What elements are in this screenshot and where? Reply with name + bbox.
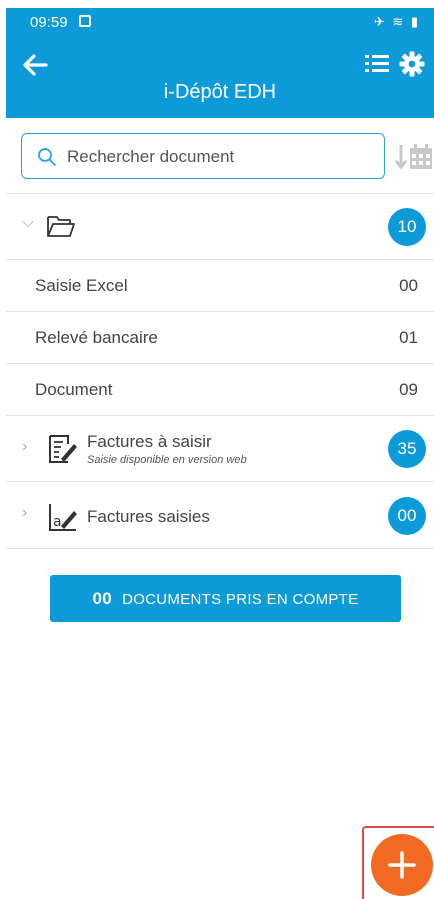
factures-saisies-row[interactable]: › a Factures saisies 00 bbox=[6, 482, 434, 549]
search-input[interactable]: Rechercher document bbox=[21, 133, 385, 179]
list-view-icon[interactable] bbox=[364, 52, 390, 76]
status-bar: 09:59 ✈ ≋ ▮ bbox=[6, 8, 434, 36]
documents-count: 00 bbox=[92, 589, 113, 608]
chevron-right-icon: › bbox=[22, 504, 28, 521]
folder-count-badge: 10 bbox=[388, 208, 426, 246]
app-bar: 09:59 ✈ ≋ ▮ i-Dépôt EDH bbox=[6, 8, 434, 118]
status-time: 09:59 bbox=[30, 14, 68, 31]
back-arrow-icon[interactable] bbox=[20, 50, 50, 80]
factures-a-saisir-badge: 35 bbox=[388, 430, 426, 468]
list-item-label: Saisie Excel bbox=[35, 276, 128, 295]
list-item[interactable]: Relevé bancaire 01 bbox=[6, 312, 434, 364]
chevron-right-icon: › bbox=[22, 438, 28, 455]
search-icon bbox=[38, 148, 56, 166]
list-item-label: Relevé bancaire bbox=[35, 328, 158, 347]
factures-a-saisir-title: Factures à saisir bbox=[87, 432, 212, 451]
list-item-label: Document bbox=[35, 380, 113, 399]
svg-text:a: a bbox=[53, 514, 62, 530]
date-sort-icon[interactable] bbox=[394, 142, 434, 172]
status-icons: ✈ ≋ ▮ bbox=[373, 14, 420, 29]
document-edit-icon bbox=[49, 435, 77, 463]
documents-label: DOCUMENTS PRIS EN COMPTE bbox=[122, 591, 359, 608]
factures-saisies-title: Factures saisies bbox=[87, 507, 210, 526]
page-title: i-Dépôt EDH bbox=[163, 81, 277, 103]
list-item[interactable]: Document 09 bbox=[6, 364, 434, 416]
gear-icon[interactable] bbox=[398, 50, 426, 78]
list-item-value: 09 bbox=[399, 380, 418, 399]
folder-open-icon bbox=[47, 216, 75, 237]
documents-pris-en-compte-button[interactable]: 00 DOCUMENTS PRIS EN COMPTE bbox=[50, 575, 401, 622]
add-button[interactable] bbox=[371, 834, 433, 896]
plus-icon bbox=[388, 851, 416, 879]
notification-icon bbox=[79, 15, 91, 27]
list-item[interactable]: Saisie Excel 00 bbox=[6, 260, 434, 312]
list-item-value: 00 bbox=[399, 276, 418, 295]
search-row: Rechercher document bbox=[6, 118, 434, 194]
folder-group[interactable]: ⌵ 10 bbox=[6, 194, 434, 260]
list-item-value: 01 bbox=[399, 328, 418, 347]
chevron-down-icon: ⌵ bbox=[22, 214, 35, 231]
search-placeholder: Rechercher document bbox=[67, 147, 235, 166]
text-edit-icon: a bbox=[49, 504, 77, 531]
factures-a-saisir-row[interactable]: › Factures à saisir Saisie disponible en… bbox=[6, 416, 434, 482]
factures-a-saisir-subtitle: Saisie disponible en version web bbox=[87, 454, 247, 466]
factures-saisies-badge: 00 bbox=[388, 497, 426, 535]
